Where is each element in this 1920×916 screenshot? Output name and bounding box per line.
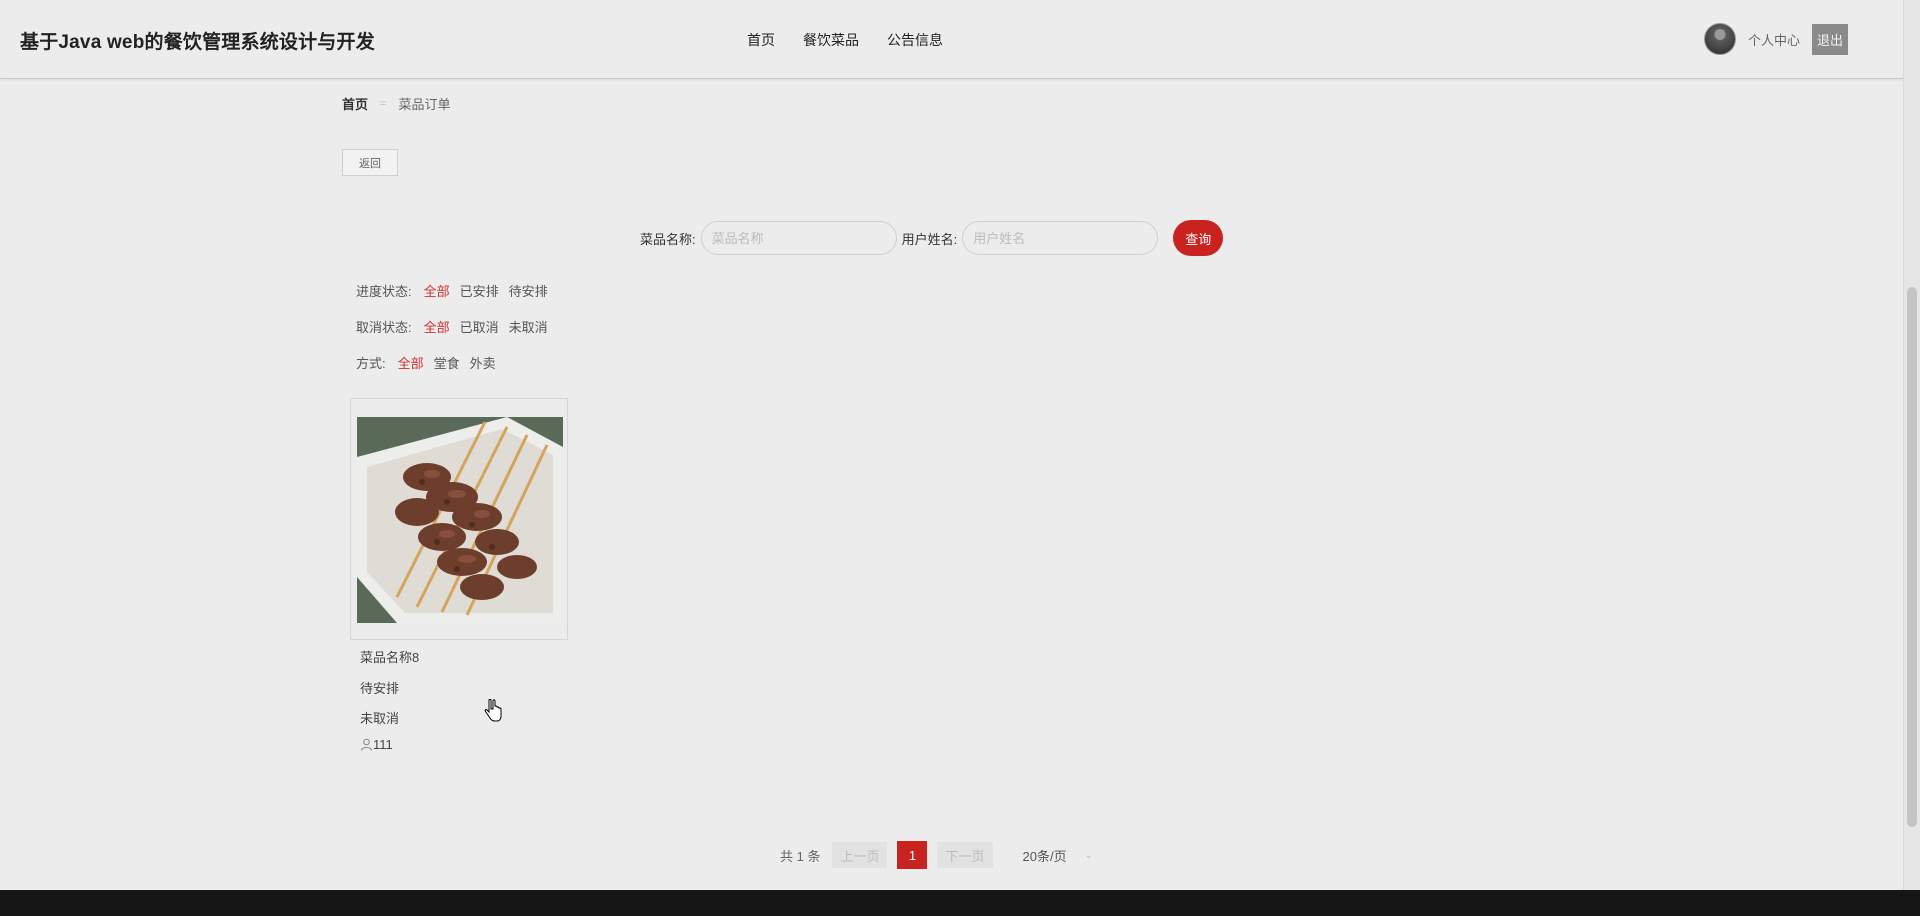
- filter-mode: 方式: 全部 堂食 外卖: [356, 353, 506, 372]
- dish-name-label: 菜品名称:: [640, 231, 696, 247]
- user-name-label: 用户姓名:: [901, 231, 958, 247]
- filter-cancel-not-cancelled[interactable]: 未取消: [509, 317, 548, 336]
- page-size-value: 20条/页: [1022, 848, 1067, 864]
- page-number-1[interactable]: 1: [897, 841, 928, 869]
- filter-mode-dine-in[interactable]: 堂食: [434, 353, 460, 372]
- main-nav: 首页 餐饮菜品 公告信息: [747, 30, 971, 50]
- user-count-value: 111: [373, 737, 393, 752]
- page-size-select[interactable]: 20条/页 ⌄: [1023, 846, 1093, 865]
- breadcrumb-separator: =: [380, 97, 387, 110]
- filter-cancel-all[interactable]: 全部: [424, 317, 450, 336]
- filter-cancel-label: 取消状态:: [356, 320, 412, 335]
- filter-progress-arranged[interactable]: 已安排: [460, 281, 499, 300]
- nav-item-notices[interactable]: 公告信息: [887, 30, 943, 50]
- filter-progress: 进度状态: 全部 已安排 待安排: [356, 281, 558, 300]
- profile-link[interactable]: 个人中心: [1748, 30, 1800, 49]
- scrollbar[interactable]: [1903, 0, 1920, 890]
- order-card[interactable]: [350, 398, 568, 640]
- nav-item-home[interactable]: 首页: [747, 30, 775, 50]
- logout-button[interactable]: 退出: [1811, 23, 1848, 55]
- user-icon: [361, 738, 372, 751]
- breadcrumb-home[interactable]: 首页: [342, 94, 368, 113]
- filter-mode-takeout[interactable]: 外卖: [470, 353, 496, 372]
- footer: [0, 890, 1920, 916]
- filter-mode-label: 方式:: [356, 356, 386, 371]
- total-count: 共 1 条: [780, 848, 821, 864]
- next-page-button[interactable]: 下一页: [937, 842, 993, 868]
- filter-mode-all[interactable]: 全部: [398, 353, 424, 372]
- dish-name-input[interactable]: [700, 221, 897, 255]
- filter-progress-all[interactable]: 全部: [424, 281, 450, 300]
- top-header: 基于Java web的餐饮管理系统设计与开发 首页 餐饮菜品 公告信息 个人中心…: [0, 0, 1904, 79]
- prev-page-button[interactable]: 上一页: [832, 842, 888, 868]
- grilled-skewers-image: [357, 417, 563, 623]
- query-button[interactable]: 查询: [1173, 220, 1224, 256]
- dish-image[interactable]: [357, 417, 563, 623]
- filter-progress-pending[interactable]: 待安排: [509, 281, 548, 300]
- chevron-down-icon: ⌄: [1084, 849, 1093, 861]
- pagination: 共 1 条 上一页 1 下一页 20条/页 ⌄: [780, 841, 1093, 869]
- cancel-status: 未取消: [360, 711, 400, 726]
- filter-cancel-cancelled[interactable]: 已取消: [460, 317, 499, 336]
- user-area: 个人中心 退出: [1703, 23, 1848, 55]
- breadcrumb-current: 菜品订单: [398, 97, 451, 112]
- progress-status: 待安排: [360, 681, 400, 696]
- search-bar: 菜品名称: 用户姓名: 查询: [640, 220, 1224, 256]
- scrollbar-thumb[interactable]: [1907, 287, 1917, 827]
- pointer-cursor-icon: [484, 698, 502, 728]
- breadcrumb: 首页 = 菜品订单: [342, 94, 450, 113]
- filter-cancel: 取消状态: 全部 已取消 未取消: [356, 317, 558, 336]
- user-count: 111: [360, 737, 393, 752]
- user-name-input[interactable]: [962, 221, 1159, 255]
- nav-item-dishes[interactable]: 餐饮菜品: [803, 30, 859, 50]
- back-button[interactable]: 返回: [342, 149, 398, 176]
- dish-name: 菜品名称8: [360, 650, 420, 665]
- site-title: 基于Java web的餐饮管理系统设计与开发: [20, 32, 375, 53]
- avatar[interactable]: [1703, 23, 1736, 55]
- filter-progress-label: 进度状态:: [356, 284, 412, 299]
